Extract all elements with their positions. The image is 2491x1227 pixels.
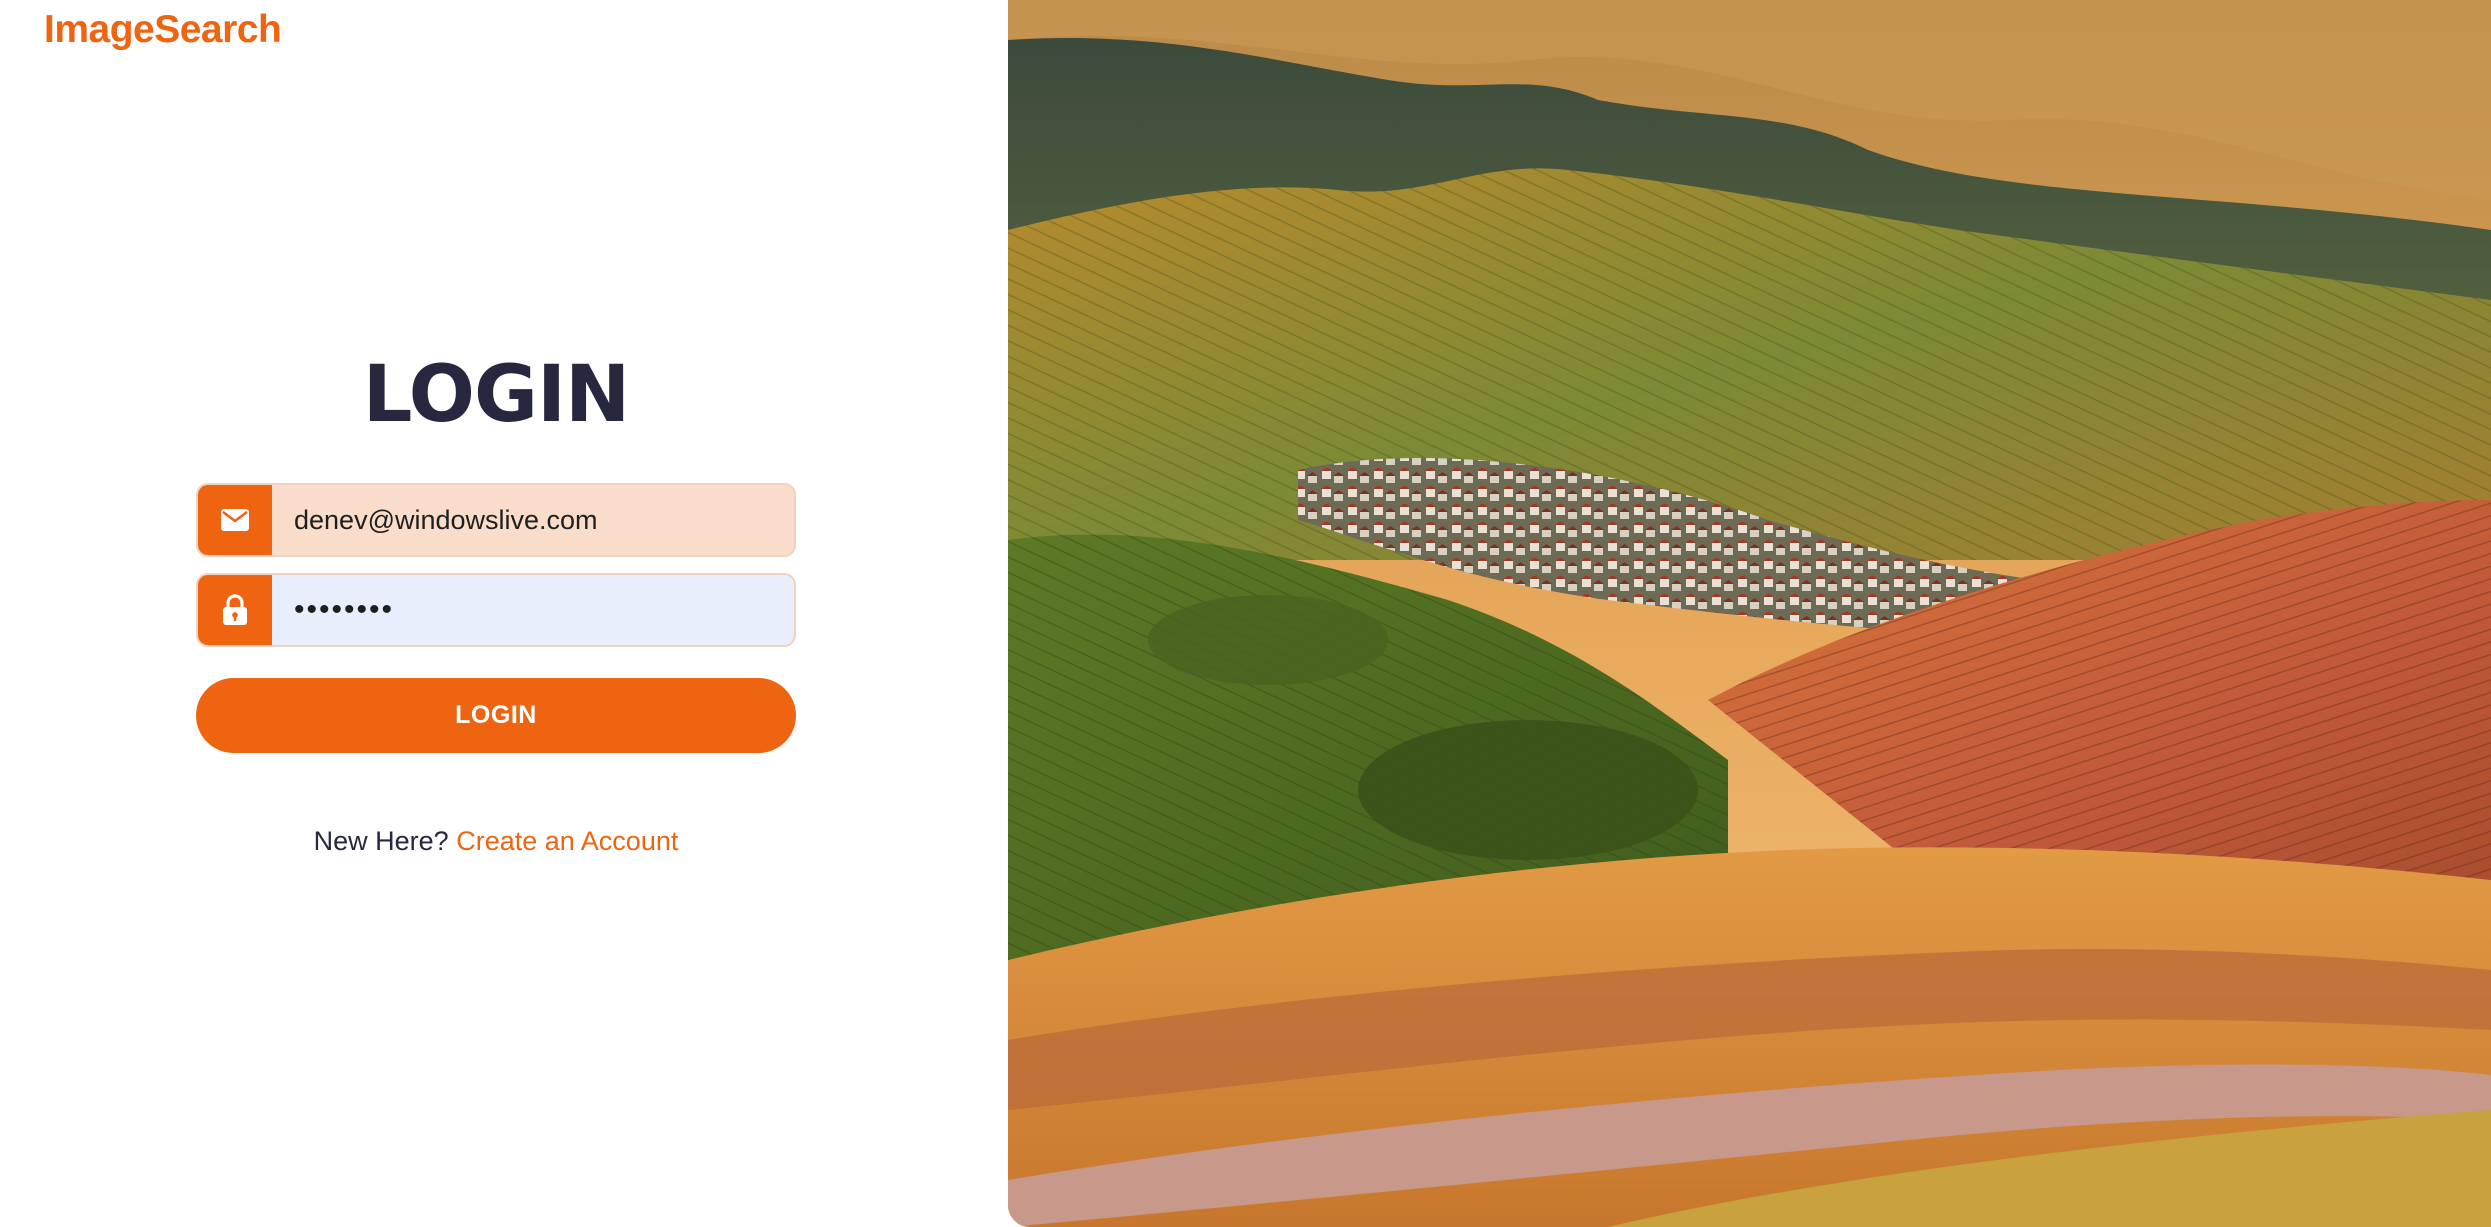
email-field — [196, 483, 796, 557]
page-title: LOGIN — [362, 350, 631, 440]
signup-prompt-text: New Here? — [313, 826, 449, 856]
create-account-link[interactable]: Create an Account — [456, 826, 678, 856]
password-input[interactable] — [272, 575, 794, 645]
brand-logo[interactable]: ImageSearch — [44, 8, 282, 52]
login-panel: ImageSearch LOGIN LOGIN New Here? Create… — [0, 0, 1008, 1227]
login-button[interactable]: LOGIN — [196, 678, 796, 753]
password-field — [196, 573, 796, 647]
lock-icon — [198, 575, 272, 645]
email-input[interactable] — [272, 485, 794, 555]
mail-icon — [198, 485, 272, 555]
hero-image — [1008, 0, 2491, 1227]
signup-prompt: New Here? Create an Account — [196, 826, 796, 857]
